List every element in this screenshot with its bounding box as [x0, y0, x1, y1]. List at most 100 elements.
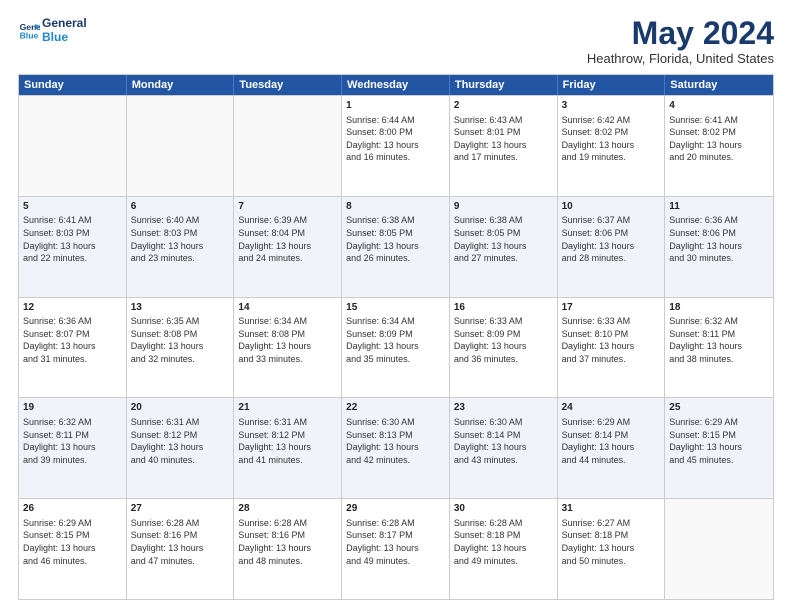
title-area: May 2024 Heathrow, Florida, United State…	[587, 16, 774, 66]
day-header: Friday	[558, 75, 666, 95]
calendar: SundayMondayTuesdayWednesdayThursdayFrid…	[18, 74, 774, 600]
cell-info: Sunrise: 6:32 AM Sunset: 8:11 PM Dayligh…	[669, 315, 769, 365]
logo-line2: Blue	[42, 30, 87, 44]
cell-date: 1	[346, 99, 445, 113]
cell-date: 30	[454, 502, 553, 516]
cell-date: 8	[346, 200, 445, 214]
cell-date: 4	[669, 99, 769, 113]
cell-date: 27	[131, 502, 230, 516]
day-header: Tuesday	[234, 75, 342, 95]
cell-info: Sunrise: 6:41 AM Sunset: 8:02 PM Dayligh…	[669, 114, 769, 164]
cell-date: 19	[23, 401, 122, 415]
cell-info: Sunrise: 6:35 AM Sunset: 8:08 PM Dayligh…	[131, 315, 230, 365]
calendar-cell: 29Sunrise: 6:28 AM Sunset: 8:17 PM Dayli…	[342, 499, 450, 599]
cell-date: 17	[562, 301, 661, 315]
cell-date: 11	[669, 200, 769, 214]
cell-date: 29	[346, 502, 445, 516]
calendar-cell: 5Sunrise: 6:41 AM Sunset: 8:03 PM Daylig…	[19, 197, 127, 297]
calendar-cell: 9Sunrise: 6:38 AM Sunset: 8:05 PM Daylig…	[450, 197, 558, 297]
day-header: Wednesday	[342, 75, 450, 95]
calendar-cell: 8Sunrise: 6:38 AM Sunset: 8:05 PM Daylig…	[342, 197, 450, 297]
cell-info: Sunrise: 6:44 AM Sunset: 8:00 PM Dayligh…	[346, 114, 445, 164]
cell-date: 28	[238, 502, 337, 516]
calendar-cell: 21Sunrise: 6:31 AM Sunset: 8:12 PM Dayli…	[234, 398, 342, 498]
cell-info: Sunrise: 6:39 AM Sunset: 8:04 PM Dayligh…	[238, 214, 337, 264]
cell-info: Sunrise: 6:34 AM Sunset: 8:08 PM Dayligh…	[238, 315, 337, 365]
cell-info: Sunrise: 6:36 AM Sunset: 8:06 PM Dayligh…	[669, 214, 769, 264]
calendar-cell: 16Sunrise: 6:33 AM Sunset: 8:09 PM Dayli…	[450, 298, 558, 398]
cell-date: 14	[238, 301, 337, 315]
cell-info: Sunrise: 6:30 AM Sunset: 8:13 PM Dayligh…	[346, 416, 445, 466]
day-header: Saturday	[665, 75, 773, 95]
cell-date: 15	[346, 301, 445, 315]
cell-info: Sunrise: 6:28 AM Sunset: 8:18 PM Dayligh…	[454, 517, 553, 567]
cell-info: Sunrise: 6:37 AM Sunset: 8:06 PM Dayligh…	[562, 214, 661, 264]
calendar-cell: 15Sunrise: 6:34 AM Sunset: 8:09 PM Dayli…	[342, 298, 450, 398]
calendar-cell	[127, 96, 235, 196]
week-row: 19Sunrise: 6:32 AM Sunset: 8:11 PM Dayli…	[19, 397, 773, 498]
calendar-cell	[665, 499, 773, 599]
cell-date: 6	[131, 200, 230, 214]
calendar-cell	[234, 96, 342, 196]
logo-icon: General Blue	[18, 19, 40, 41]
cell-info: Sunrise: 6:33 AM Sunset: 8:09 PM Dayligh…	[454, 315, 553, 365]
calendar-cell: 26Sunrise: 6:29 AM Sunset: 8:15 PM Dayli…	[19, 499, 127, 599]
main-title: May 2024	[587, 16, 774, 51]
cell-date: 16	[454, 301, 553, 315]
cell-info: Sunrise: 6:38 AM Sunset: 8:05 PM Dayligh…	[454, 214, 553, 264]
cell-info: Sunrise: 6:29 AM Sunset: 8:15 PM Dayligh…	[669, 416, 769, 466]
cell-date: 7	[238, 200, 337, 214]
calendar-cell: 14Sunrise: 6:34 AM Sunset: 8:08 PM Dayli…	[234, 298, 342, 398]
calendar-cell: 20Sunrise: 6:31 AM Sunset: 8:12 PM Dayli…	[127, 398, 235, 498]
cell-date: 26	[23, 502, 122, 516]
cell-info: Sunrise: 6:27 AM Sunset: 8:18 PM Dayligh…	[562, 517, 661, 567]
header: General Blue General Blue May 2024 Heath…	[18, 16, 774, 66]
calendar-cell: 6Sunrise: 6:40 AM Sunset: 8:03 PM Daylig…	[127, 197, 235, 297]
calendar-cell: 11Sunrise: 6:36 AM Sunset: 8:06 PM Dayli…	[665, 197, 773, 297]
subtitle: Heathrow, Florida, United States	[587, 51, 774, 66]
calendar-cell: 3Sunrise: 6:42 AM Sunset: 8:02 PM Daylig…	[558, 96, 666, 196]
cell-info: Sunrise: 6:42 AM Sunset: 8:02 PM Dayligh…	[562, 114, 661, 164]
cell-info: Sunrise: 6:34 AM Sunset: 8:09 PM Dayligh…	[346, 315, 445, 365]
cell-info: Sunrise: 6:36 AM Sunset: 8:07 PM Dayligh…	[23, 315, 122, 365]
cell-info: Sunrise: 6:28 AM Sunset: 8:16 PM Dayligh…	[238, 517, 337, 567]
cell-date: 25	[669, 401, 769, 415]
cell-date: 2	[454, 99, 553, 113]
cell-info: Sunrise: 6:29 AM Sunset: 8:15 PM Dayligh…	[23, 517, 122, 567]
calendar-cell: 27Sunrise: 6:28 AM Sunset: 8:16 PM Dayli…	[127, 499, 235, 599]
cell-info: Sunrise: 6:40 AM Sunset: 8:03 PM Dayligh…	[131, 214, 230, 264]
week-row: 1Sunrise: 6:44 AM Sunset: 8:00 PM Daylig…	[19, 95, 773, 196]
cell-date: 5	[23, 200, 122, 214]
calendar-cell	[19, 96, 127, 196]
calendar-cell: 30Sunrise: 6:28 AM Sunset: 8:18 PM Dayli…	[450, 499, 558, 599]
cell-info: Sunrise: 6:33 AM Sunset: 8:10 PM Dayligh…	[562, 315, 661, 365]
cell-info: Sunrise: 6:38 AM Sunset: 8:05 PM Dayligh…	[346, 214, 445, 264]
week-row: 26Sunrise: 6:29 AM Sunset: 8:15 PM Dayli…	[19, 498, 773, 599]
calendar-cell: 18Sunrise: 6:32 AM Sunset: 8:11 PM Dayli…	[665, 298, 773, 398]
cell-date: 9	[454, 200, 553, 214]
cell-info: Sunrise: 6:28 AM Sunset: 8:17 PM Dayligh…	[346, 517, 445, 567]
calendar-cell: 19Sunrise: 6:32 AM Sunset: 8:11 PM Dayli…	[19, 398, 127, 498]
cell-info: Sunrise: 6:28 AM Sunset: 8:16 PM Dayligh…	[131, 517, 230, 567]
cell-info: Sunrise: 6:30 AM Sunset: 8:14 PM Dayligh…	[454, 416, 553, 466]
cell-date: 13	[131, 301, 230, 315]
calendar-cell: 7Sunrise: 6:39 AM Sunset: 8:04 PM Daylig…	[234, 197, 342, 297]
calendar-cell: 4Sunrise: 6:41 AM Sunset: 8:02 PM Daylig…	[665, 96, 773, 196]
cell-info: Sunrise: 6:41 AM Sunset: 8:03 PM Dayligh…	[23, 214, 122, 264]
calendar-cell: 22Sunrise: 6:30 AM Sunset: 8:13 PM Dayli…	[342, 398, 450, 498]
page: General Blue General Blue May 2024 Heath…	[0, 0, 792, 612]
calendar-cell: 23Sunrise: 6:30 AM Sunset: 8:14 PM Dayli…	[450, 398, 558, 498]
cell-date: 3	[562, 99, 661, 113]
week-row: 5Sunrise: 6:41 AM Sunset: 8:03 PM Daylig…	[19, 196, 773, 297]
cell-info: Sunrise: 6:31 AM Sunset: 8:12 PM Dayligh…	[238, 416, 337, 466]
day-header: Sunday	[19, 75, 127, 95]
cell-info: Sunrise: 6:43 AM Sunset: 8:01 PM Dayligh…	[454, 114, 553, 164]
day-header: Monday	[127, 75, 235, 95]
cell-date: 23	[454, 401, 553, 415]
calendar-cell: 12Sunrise: 6:36 AM Sunset: 8:07 PM Dayli…	[19, 298, 127, 398]
svg-text:Blue: Blue	[20, 31, 39, 41]
cell-info: Sunrise: 6:31 AM Sunset: 8:12 PM Dayligh…	[131, 416, 230, 466]
calendar-cell: 17Sunrise: 6:33 AM Sunset: 8:10 PM Dayli…	[558, 298, 666, 398]
cell-info: Sunrise: 6:32 AM Sunset: 8:11 PM Dayligh…	[23, 416, 122, 466]
week-row: 12Sunrise: 6:36 AM Sunset: 8:07 PM Dayli…	[19, 297, 773, 398]
